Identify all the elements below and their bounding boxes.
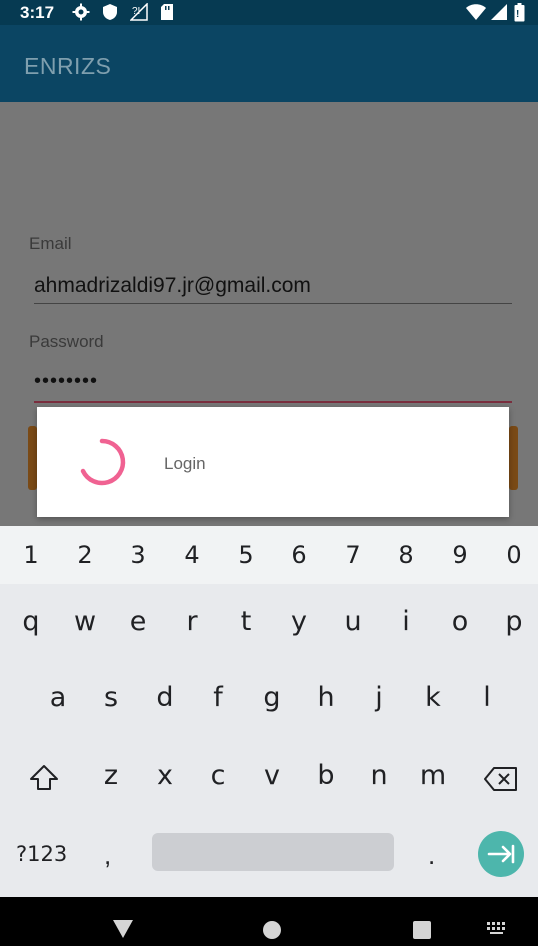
shield-icon [102, 3, 118, 26]
password-label: Password [29, 332, 104, 351]
password-underline [34, 401, 512, 403]
app-title: ENRIZS [24, 53, 112, 79]
key-c[interactable]: c [191, 760, 245, 791]
space-key[interactable] [152, 833, 394, 871]
enter-key[interactable] [478, 831, 524, 877]
key-4[interactable]: 4 [165, 541, 219, 569]
key-l[interactable]: l [460, 682, 514, 713]
key-n[interactable]: n [352, 760, 406, 791]
key-z[interactable]: z [84, 760, 138, 791]
key-x[interactable]: x [138, 760, 192, 791]
key-j[interactable]: j [352, 682, 406, 713]
key-0[interactable]: 0 [487, 541, 538, 569]
comma-key[interactable]: , [104, 840, 111, 871]
key-r[interactable]: r [165, 606, 219, 637]
key-f[interactable]: f [191, 682, 245, 713]
back-icon[interactable] [112, 919, 134, 944]
key-e[interactable]: e [111, 606, 165, 637]
key-i[interactable]: i [379, 606, 433, 637]
key-p[interactable]: p [487, 606, 538, 637]
key-w[interactable]: w [58, 606, 112, 637]
email-underline [34, 303, 512, 304]
next-arrow-icon [487, 844, 515, 864]
key-a[interactable]: a [31, 682, 85, 713]
battery-icon: ! [514, 3, 525, 27]
key-o[interactable]: o [433, 606, 487, 637]
key-q[interactable]: q [4, 606, 58, 637]
navigation-bar [0, 897, 538, 946]
dialog-message: Login [164, 454, 206, 473]
key-t[interactable]: t [219, 606, 273, 637]
key-d[interactable]: d [138, 682, 192, 713]
key-9[interactable]: 9 [433, 541, 487, 569]
settings-icon [72, 3, 90, 26]
status-time: 3:17 [20, 3, 55, 22]
key-v[interactable]: v [245, 760, 299, 791]
key-3[interactable]: 3 [111, 541, 165, 569]
key-k[interactable]: k [406, 682, 460, 713]
svg-text:!: ! [516, 9, 519, 20]
home-icon[interactable] [262, 920, 282, 945]
key-5[interactable]: 5 [219, 541, 273, 569]
key-b[interactable]: b [299, 760, 353, 791]
symbols-key[interactable]: ?123 [16, 842, 67, 866]
key-8[interactable]: 8 [379, 541, 433, 569]
backspace-key-icon[interactable] [483, 766, 519, 797]
key-7[interactable]: 7 [326, 541, 380, 569]
key-u[interactable]: u [326, 606, 380, 637]
wifi-icon [465, 3, 487, 26]
key-6[interactable]: 6 [272, 541, 326, 569]
status-bar: 3:17 ?! ! [0, 0, 538, 25]
recents-icon[interactable] [412, 920, 432, 945]
progress-dialog: Login [37, 407, 509, 517]
key-g[interactable]: g [245, 682, 299, 713]
signal-unknown-icon: ?! [129, 2, 148, 26]
sd-card-icon [160, 3, 174, 26]
loading-spinner-icon [80, 438, 126, 486]
email-label: Email [29, 234, 72, 253]
key-m[interactable]: m [406, 760, 460, 791]
login-button-right-edge[interactable] [509, 426, 518, 490]
key-h[interactable]: h [299, 682, 353, 713]
login-button-left-edge[interactable] [28, 426, 37, 490]
key-s[interactable]: s [84, 682, 138, 713]
soft-keyboard: 1 2 3 4 5 6 7 8 9 0 q w e r t y u i o p … [0, 526, 538, 897]
app-bar: ENRIZS [0, 25, 538, 102]
key-2[interactable]: 2 [58, 541, 112, 569]
svg-text:?!: ?! [132, 6, 140, 17]
signal-icon [490, 3, 508, 26]
number-row: 1 2 3 4 5 6 7 8 9 0 [0, 526, 538, 584]
key-1[interactable]: 1 [4, 541, 58, 569]
keyboard-switch-icon[interactable] [486, 921, 510, 940]
email-field[interactable]: ahmadrizaldi97.jr@gmail.com [34, 274, 311, 298]
period-key[interactable]: . [428, 840, 435, 871]
shift-key-icon[interactable] [28, 762, 60, 799]
key-y[interactable]: y [272, 606, 326, 637]
password-field[interactable]: •••••••• [34, 370, 98, 393]
